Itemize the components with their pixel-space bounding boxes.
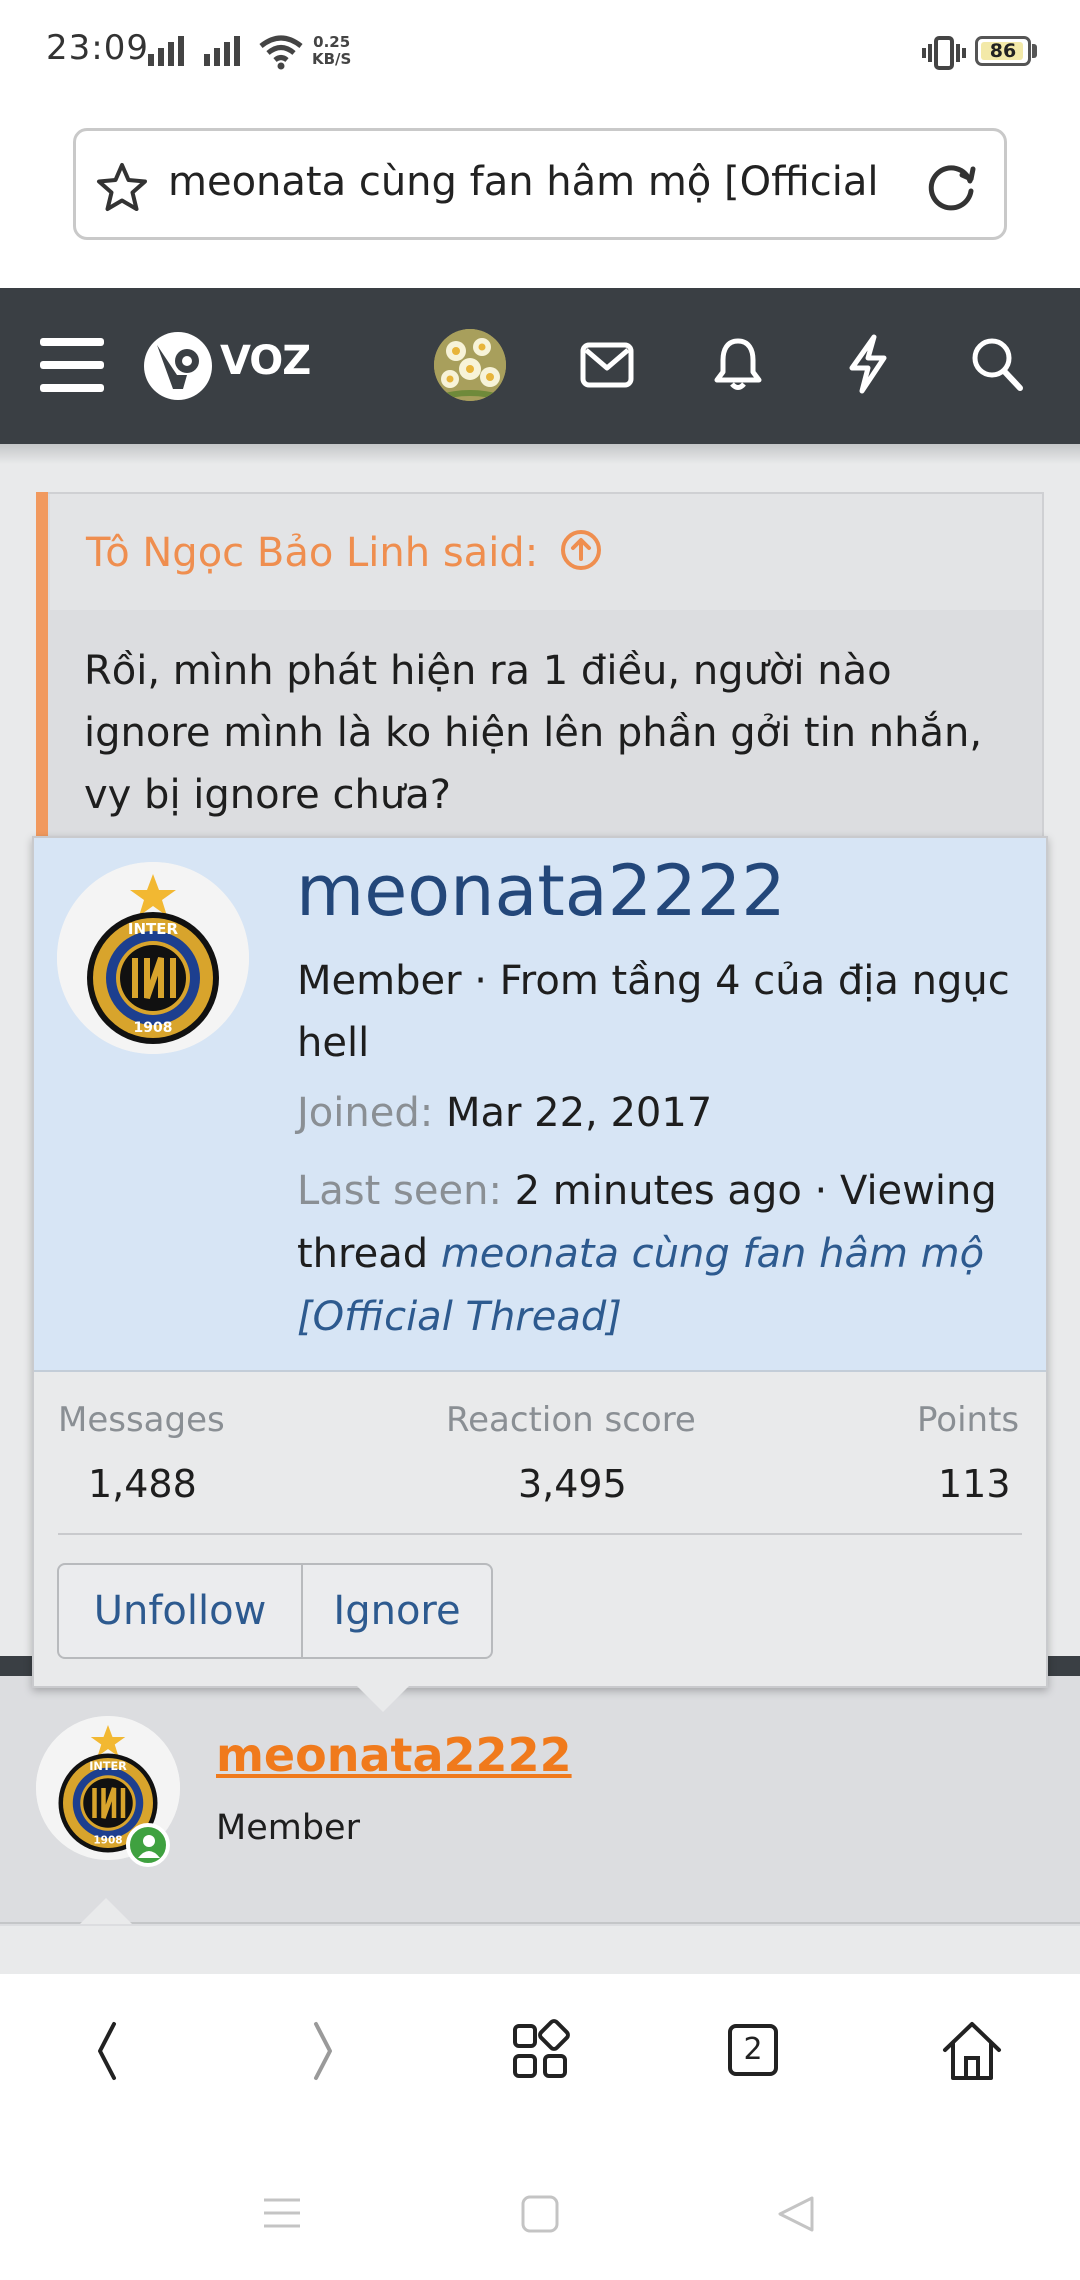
post-username-link[interactable]: meonata2222 [216, 1728, 572, 1782]
member-username[interactable]: meonata2222 [296, 850, 786, 932]
forward-icon[interactable] [288, 2016, 358, 2086]
svg-text:1908: 1908 [134, 1020, 173, 1036]
stat-reactions-label: Reaction score [446, 1400, 696, 1440]
user-icon [138, 1835, 160, 1858]
post-separator [0, 1922, 1080, 1924]
stat-messages-value: 1,488 [88, 1462, 197, 1506]
card-arrow-notch [357, 1686, 409, 1712]
member-last-seen: Last seen: 2 minutes ago · Viewing threa… [297, 1160, 1017, 1349]
tabs-button[interactable]: 2 [728, 2024, 778, 2076]
stat-points-value: 113 [938, 1462, 1011, 1506]
recents-icon[interactable] [262, 2196, 302, 2230]
svg-text:INTER: INTER [89, 1760, 127, 1773]
home-icon[interactable] [937, 2016, 1007, 2086]
star-icon[interactable] [94, 161, 150, 215]
network-speed: 0.25 KB/S [312, 33, 352, 68]
stat-messages-label: Messages [58, 1400, 225, 1440]
cell-signal-2-icon [204, 36, 240, 66]
quote-accent-bar [36, 492, 48, 872]
member-action-buttons: Unfollow Ignore [57, 1563, 493, 1659]
alerts-bell-icon[interactable] [713, 336, 763, 392]
inter-crest-avatar-image: INTER 1908 [57, 862, 249, 1054]
online-status-badge [126, 1823, 170, 1867]
system-home-icon[interactable] [520, 2194, 560, 2234]
cell-signal-icon [148, 36, 184, 66]
back-icon[interactable] [72, 2016, 142, 2086]
inbox-icon[interactable] [580, 342, 634, 388]
quote-body: Rồi, mình phát hiện ra 1 điều, người nào… [84, 648, 983, 818]
battery-tip [1032, 44, 1037, 58]
last-seen-label: Last seen: [297, 1168, 502, 1214]
logo-text[interactable]: VOZ [220, 338, 311, 384]
post-arrow-notch [80, 1898, 132, 1924]
svg-text:INTER: INTER [128, 920, 179, 938]
vibrate-icon [922, 36, 966, 70]
post-user-title: Member [216, 1808, 360, 1848]
whats-new-bolt-icon[interactable] [846, 334, 890, 394]
status-time: 23:09 [46, 28, 149, 68]
jump-to-quote-icon[interactable] [559, 528, 603, 572]
battery-icon: 86 [975, 36, 1031, 66]
search-icon[interactable] [970, 336, 1024, 392]
address-bar[interactable]: meonata cùng fan hâm mộ [Official ... [73, 128, 1007, 240]
joined-label: Joined: [297, 1090, 434, 1136]
avatar[interactable] [434, 329, 506, 401]
ignore-button[interactable]: Ignore [303, 1565, 491, 1657]
member-title-location: Member · From tầng 4 của địa ngục hell [297, 958, 1010, 1066]
apps-icon[interactable] [505, 2016, 575, 2086]
menu-icon[interactable] [40, 336, 106, 394]
daisy-avatar-image [434, 329, 506, 401]
wifi-icon [259, 35, 303, 70]
quote-author[interactable]: Tô Ngọc Bảo Linh said: [86, 528, 603, 576]
stat-points-label: Points [917, 1400, 1020, 1440]
member-joined: Joined: Mar 22, 2017 [297, 1090, 712, 1136]
svg-text:1908: 1908 [93, 1835, 122, 1847]
reload-icon[interactable] [924, 159, 980, 215]
member-card-avatar[interactable]: INTER 1908 [57, 862, 249, 1054]
page-title[interactable]: meonata cùng fan hâm mộ [Official ... [168, 159, 888, 205]
unfollow-button[interactable]: Unfollow [59, 1565, 301, 1657]
joined-value: Mar 22, 2017 [445, 1090, 713, 1136]
header-shadow [0, 444, 1080, 464]
system-back-icon[interactable] [776, 2194, 816, 2234]
stats-divider [58, 1533, 1022, 1535]
voz-logo-icon[interactable] [143, 331, 213, 401]
stat-reactions-value: 3,495 [518, 1462, 627, 1506]
